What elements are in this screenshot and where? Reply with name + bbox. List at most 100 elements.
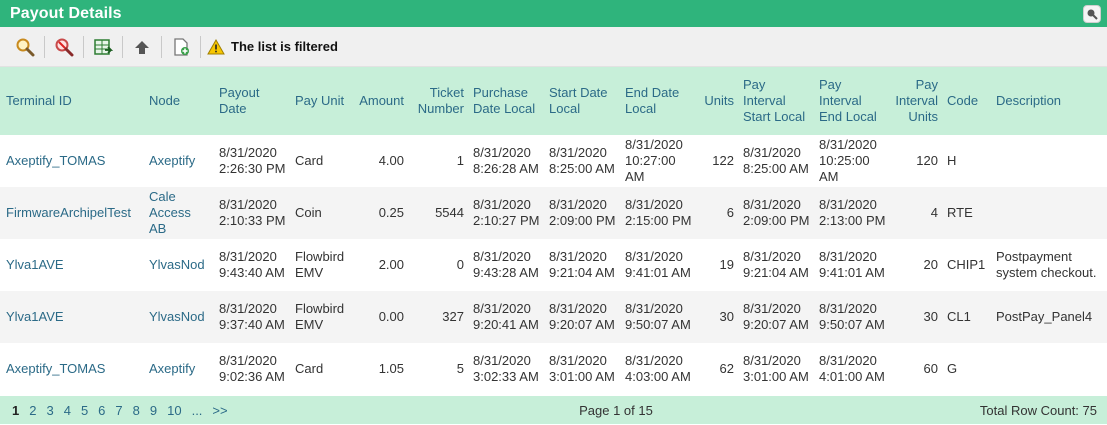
column-header-payout-date[interactable]: Payout Date	[213, 67, 289, 135]
cell-pay-interval-start-local: 8/31/2020 8:25:00 AM	[743, 145, 809, 176]
cell-end-date-local: 8/31/2020 2:15:00 PM	[625, 197, 692, 228]
cell-payout-date: 8/31/2020 9:37:40 AM	[219, 301, 285, 332]
cell-pay-unit: Card	[295, 153, 324, 168]
column-header-ticket-number[interactable]: Ticket Number	[407, 67, 467, 135]
export-excel-icon	[94, 38, 113, 55]
column-header-pay-interval-start-local[interactable]: Pay Interval Start Local	[737, 67, 813, 135]
cell-end-date-local: 8/31/2020 10:27:00 AM	[625, 137, 683, 184]
column-header-code[interactable]: Code	[941, 67, 990, 135]
column-header-start-date-local[interactable]: Start Date Local	[543, 67, 619, 135]
cell-pay-interval-end-local: 8/31/2020 2:13:00 PM	[819, 197, 886, 228]
column-header-units[interactable]: Units	[695, 67, 737, 135]
table-row[interactable]: Ylva1AVE YlvasNod 8/31/2020 9:43:40 AM F…	[0, 239, 1107, 291]
toolbar-separator	[122, 35, 123, 58]
cell-node[interactable]: Cale Access AB	[143, 187, 213, 239]
cell-end-date-local: 8/31/2020 9:41:01 AM	[625, 249, 691, 280]
cell-pay-interval-end-local: 8/31/2020 9:41:01 AM	[819, 249, 885, 280]
warning-icon	[207, 38, 225, 54]
cell-units: 30	[719, 309, 734, 324]
page-link-9[interactable]: 9	[150, 403, 157, 418]
cell-pay-interval-units: 20	[923, 257, 938, 272]
cell-pay-interval-units: 30	[923, 309, 938, 324]
page-link-1[interactable]: 1	[12, 403, 19, 418]
column-header-pay-unit[interactable]: Pay Unit	[289, 67, 352, 135]
cell-terminal-id[interactable]: Axeptify_TOMAS	[0, 343, 143, 395]
cell-ticket-number: 1	[456, 153, 464, 168]
cell-ticket-number: 0	[456, 257, 464, 272]
cell-ticket-number: 327	[442, 309, 464, 324]
cell-terminal-id[interactable]: FirmwareArchipelTest	[0, 187, 143, 239]
page-link-8[interactable]: 8	[133, 403, 140, 418]
column-header-purchase-date-local[interactable]: Purchase Date Local	[467, 67, 543, 135]
toolbar-separator	[200, 35, 201, 58]
search-button[interactable]	[14, 36, 36, 58]
payout-details-panel: Payout Details The list is filtered Term…	[0, 0, 1107, 425]
cell-pay-interval-start-local: 8/31/2020 2:09:00 PM	[743, 197, 810, 228]
cell-description	[990, 187, 1107, 239]
cell-description: PostPay_Panel4	[996, 309, 1093, 324]
column-header-node[interactable]: Node	[143, 67, 213, 135]
column-header-pay-interval-end-local[interactable]: Pay Interval End Local	[813, 67, 889, 135]
cell-terminal-id[interactable]: Axeptify_TOMAS	[0, 135, 143, 187]
cell-end-date-local: 8/31/2020 4:03:00 AM	[625, 353, 691, 384]
page-link-next[interactable]: >>	[212, 403, 227, 418]
page-link-10[interactable]: 10	[167, 403, 181, 418]
cell-description: Postpayment system checkout.	[996, 249, 1097, 280]
cell-purchase-date-local: 8/31/2020 9:43:28 AM	[473, 249, 539, 280]
cell-units: 19	[719, 257, 734, 272]
cell-node[interactable]: YlvasNod	[143, 239, 213, 291]
cell-amount: 1.05	[378, 361, 404, 376]
column-header-amount[interactable]: Amount	[352, 67, 407, 135]
cell-terminal-id[interactable]: Ylva1AVE	[0, 291, 143, 343]
table-row[interactable]: Ylva1AVE YlvasNod 8/31/2020 9:37:40 AM F…	[0, 291, 1107, 343]
cell-start-date-local: 8/31/2020 2:09:00 PM	[549, 197, 616, 228]
cell-pay-interval-units: 4	[930, 205, 938, 220]
cell-pay-interval-units: 60	[923, 361, 938, 376]
cell-node[interactable]: Axeptify	[143, 135, 213, 187]
cell-purchase-date-local: 8/31/2020 2:10:27 PM	[473, 197, 540, 228]
upload-button[interactable]	[131, 36, 153, 58]
cell-pay-interval-end-local: 8/31/2020 9:50:07 AM	[819, 301, 885, 332]
column-header-terminal-id[interactable]: Terminal ID	[0, 67, 143, 135]
cell-code: H	[947, 153, 957, 168]
column-header-pay-interval-units[interactable]: Pay Interval Units	[889, 67, 941, 135]
cell-code: CHIP1	[947, 257, 986, 272]
table-row[interactable]: Axeptify_TOMAS Axeptify 8/31/2020 9:02:3…	[0, 343, 1107, 395]
cell-pay-interval-end-local: 8/31/2020 4:01:00 AM	[819, 353, 885, 384]
cell-payout-date: 8/31/2020 2:26:30 PM	[219, 145, 286, 176]
cell-pay-interval-start-local: 8/31/2020 3:01:00 AM	[743, 353, 809, 384]
page-link-3[interactable]: 3	[46, 403, 53, 418]
cell-start-date-local: 8/31/2020 9:20:07 AM	[549, 301, 615, 332]
export-excel-button[interactable]	[92, 36, 114, 58]
cell-amount: 4.00	[378, 153, 404, 168]
cell-payout-date: 8/31/2020 9:02:36 AM	[219, 353, 285, 384]
column-header-description[interactable]: Description	[990, 67, 1107, 135]
pin-icon	[1087, 9, 1098, 20]
cell-payout-date: 8/31/2020 9:43:40 AM	[219, 249, 285, 280]
clear-filter-button[interactable]	[53, 36, 75, 58]
page-link-7[interactable]: 7	[115, 403, 122, 418]
filter-status: The list is filtered	[207, 38, 338, 55]
cell-terminal-id[interactable]: Ylva1AVE	[0, 239, 143, 291]
pin-button[interactable]	[1083, 4, 1101, 23]
page-link-4[interactable]: 4	[64, 403, 71, 418]
table-row[interactable]: FirmwareArchipelTest Cale Access AB 8/31…	[0, 187, 1107, 239]
cell-code: G	[947, 361, 958, 376]
page-link-2[interactable]: 2	[29, 403, 36, 418]
page-link-5[interactable]: 5	[81, 403, 88, 418]
toolbar-separator	[161, 35, 162, 58]
panel-title: Payout Details	[10, 4, 122, 22]
cell-node[interactable]: Axeptify	[143, 343, 213, 395]
cell-purchase-date-local: 8/31/2020 8:26:28 AM	[473, 145, 539, 176]
cell-units: 62	[719, 361, 734, 376]
new-report-button[interactable]	[170, 36, 192, 58]
table-row[interactable]: Axeptify_TOMAS Axeptify 8/31/2020 2:26:3…	[0, 135, 1107, 187]
page-link-more[interactable]: ...	[192, 403, 203, 418]
search-icon	[16, 38, 35, 56]
column-header-end-date-local[interactable]: End Date Local	[619, 67, 695, 135]
page-link-6[interactable]: 6	[98, 403, 105, 418]
cell-node[interactable]: YlvasNod	[143, 291, 213, 343]
cell-code: RTE	[947, 205, 973, 220]
cell-description	[990, 343, 1107, 395]
toolbar-separator	[44, 35, 45, 58]
